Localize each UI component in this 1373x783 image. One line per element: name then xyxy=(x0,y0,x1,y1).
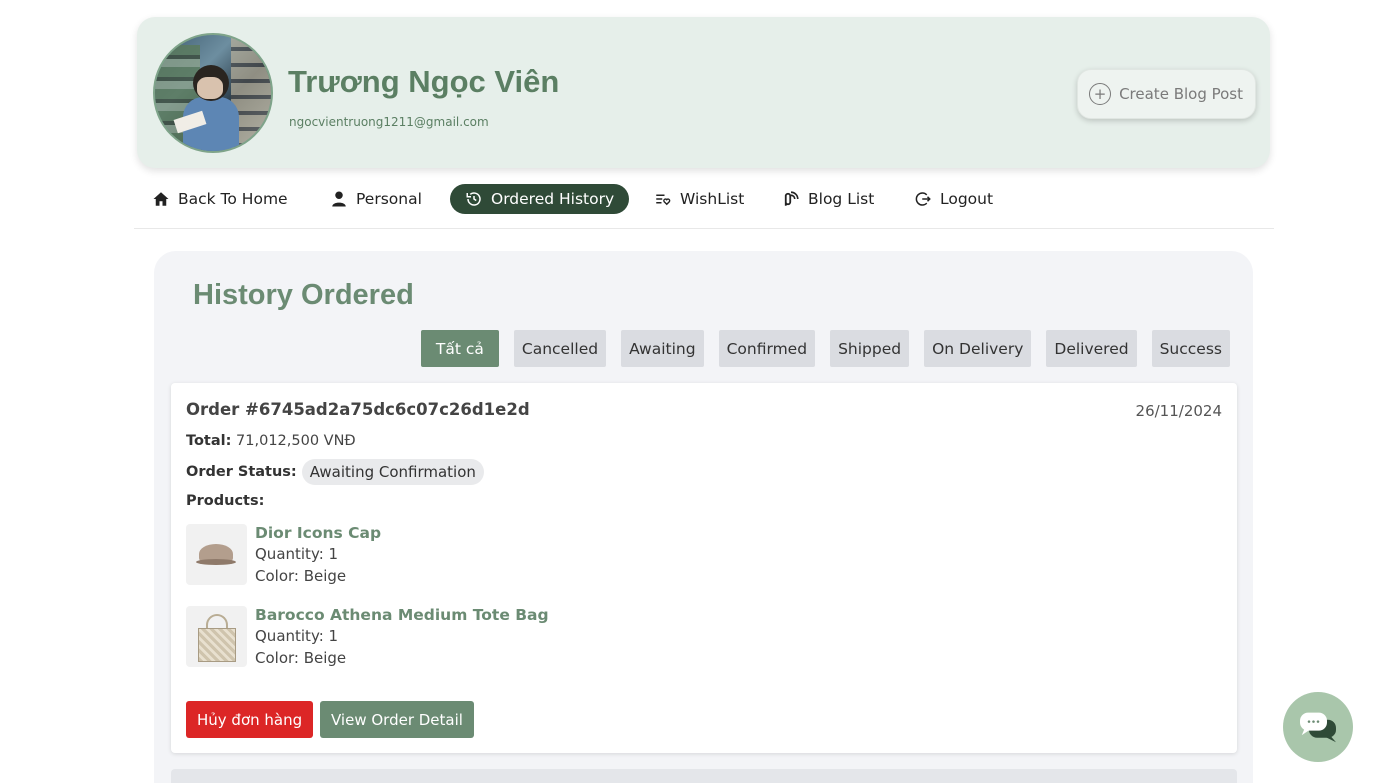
nav-label: Logout xyxy=(940,190,994,208)
logout-icon xyxy=(915,192,931,206)
nav-label: Ordered History xyxy=(491,190,615,208)
order-status-label: Order Status: xyxy=(186,464,297,480)
product-item: Barocco Athena Medium Tote Bag Quantity:… xyxy=(186,606,549,668)
order-total: Total: 71,012,500 VNĐ xyxy=(186,433,356,449)
nav-label: Back To Home xyxy=(178,190,288,208)
blog-icon xyxy=(784,191,799,206)
home-icon xyxy=(153,192,169,206)
create-blog-post-label: Create Blog Post xyxy=(1119,85,1243,103)
order-total-value: 71,012,500 VNĐ xyxy=(236,433,356,449)
nav-blog-list[interactable]: Blog List xyxy=(767,184,889,214)
filter-confirmed[interactable]: Confirmed xyxy=(718,330,816,367)
profile-name: Trương Ngọc Viên xyxy=(288,64,560,99)
status-badge: Awaiting Confirmation xyxy=(301,459,484,485)
product-quantity: Quantity: 1 xyxy=(255,545,339,563)
profile-header: Trương Ngọc Viên ngocvientruong1211@gmai… xyxy=(137,17,1270,168)
nav-logout[interactable]: Logout xyxy=(899,184,1008,214)
nav-wishlist[interactable]: WishList xyxy=(639,184,759,214)
nav-label: Blog List xyxy=(808,190,875,208)
order-card: Order #6745ad2a75dc6c07c26d1e2d 26/11/20… xyxy=(171,383,1237,753)
nav-back-to-home[interactable]: Back To Home xyxy=(137,184,303,214)
product-quantity: Quantity: 1 xyxy=(255,627,339,645)
product-thumbnail-cap xyxy=(186,524,247,585)
wishlist-icon xyxy=(656,194,671,206)
view-order-detail-button[interactable]: View Order Detail xyxy=(320,701,474,738)
status-filters: Tất cả Cancelled Awaiting Confirmed Ship… xyxy=(420,330,1230,367)
product-thumbnail-bag xyxy=(186,606,247,667)
filter-on-delivery[interactable]: On Delivery xyxy=(924,330,1032,367)
profile-email: ngocvientruong1211@gmail.com xyxy=(289,115,489,129)
order-total-label: Total: xyxy=(186,433,232,449)
order-status: Order Status: Awaiting Confirmation xyxy=(186,459,484,485)
products-label: Products: xyxy=(186,493,265,509)
nav-label: Personal xyxy=(356,190,422,208)
filter-delivered[interactable]: Delivered xyxy=(1046,330,1137,367)
product-color: Color: Beige xyxy=(255,567,347,585)
filter-success[interactable]: Success xyxy=(1151,330,1230,367)
create-blog-post-button[interactable]: + Create Blog Post xyxy=(1077,69,1256,119)
page-title: History Ordered xyxy=(193,279,414,311)
product-name[interactable]: Barocco Athena Medium Tote Bag xyxy=(255,606,549,624)
filter-awaiting[interactable]: Awaiting xyxy=(621,330,704,367)
profile-nav: Back To Home Personal Ordered History Wi… xyxy=(134,181,1274,229)
chat-icon xyxy=(1300,712,1336,743)
product-color: Color: Beige xyxy=(255,649,347,667)
product-name[interactable]: Dior Icons Cap xyxy=(255,524,381,542)
nav-label: WishList xyxy=(680,190,745,208)
next-order-card xyxy=(171,769,1237,783)
chat-button[interactable] xyxy=(1283,692,1353,762)
filter-all[interactable]: Tất cả xyxy=(420,330,499,367)
cancel-order-button[interactable]: Hủy đơn hàng xyxy=(186,701,314,738)
order-date: 26/11/2024 xyxy=(1135,402,1222,420)
history-icon xyxy=(466,192,481,206)
order-id: Order #6745ad2a75dc6c07c26d1e2d xyxy=(186,400,530,419)
nav-personal[interactable]: Personal xyxy=(315,184,437,214)
plus-circle-icon: + xyxy=(1089,83,1112,105)
product-item: Dior Icons Cap Quantity: 1 Color: Beige xyxy=(186,524,381,586)
nav-ordered-history[interactable]: Ordered History xyxy=(450,184,630,214)
avatar xyxy=(153,33,273,153)
filter-cancelled[interactable]: Cancelled xyxy=(513,330,607,367)
filter-shipped[interactable]: Shipped xyxy=(830,330,910,367)
user-icon xyxy=(332,191,346,207)
